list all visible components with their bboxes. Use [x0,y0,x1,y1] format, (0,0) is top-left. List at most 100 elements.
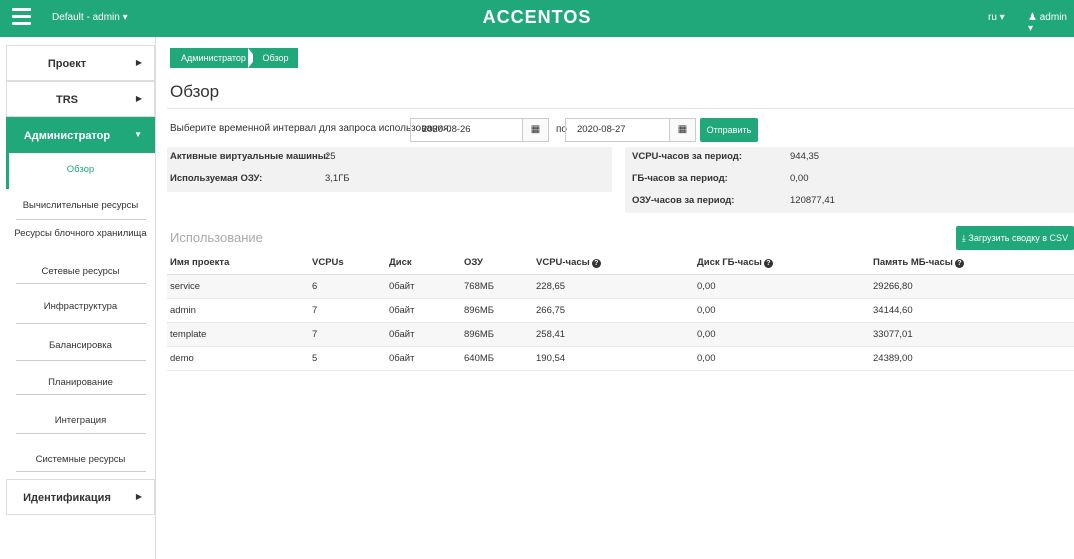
stat-label: Используемая ОЗУ: [170,173,263,184]
cell-project-name: template [170,329,207,340]
sidebar-item-label: Обзор [66,164,95,175]
user-menu[interactable]: ♟ admin ▾ [1028,12,1074,34]
sidebar-item-balancing[interactable]: Балансировка [6,339,155,377]
cell-disk: 0байт [389,353,415,364]
sidebar-section-admin[interactable]: Администратор ▼ [6,117,155,153]
column-header-label: VCPU-часы [536,257,590,268]
stats-summary-left: Активные виртуальные машины: 25 Использу… [167,147,612,192]
sidebar-section-label: Идентификация [23,492,111,504]
sidebar: Проект ▶ TRS ▶ Администратор ▼ Обзор Выч… [6,45,155,515]
cell-ram: 768МБ [464,281,494,292]
column-header[interactable]: Диск [389,257,412,268]
divider [16,283,146,284]
column-header[interactable]: VCPU-часы? [536,257,601,268]
sidebar-section-trs[interactable]: TRS ▶ [6,81,155,117]
calendar-icon[interactable]: ▦ [523,118,549,142]
table-row: demo 5 0байт 640МБ 190,54 0,00 24389,00 [167,347,1074,371]
caret-down-icon: ▼ [134,130,142,139]
cell-vcpus: 7 [312,329,318,340]
page-title: Обзор [170,82,220,101]
top-navbar: Default - admin ▾ ACCENTOS ru ▾ ♟ admin … [0,0,1074,37]
sidebar-section-label: Администратор [23,130,111,142]
divider [16,323,146,324]
stat-value: 944,35 [790,151,820,162]
project-selector[interactable]: Default - admin ▾ [52,12,128,23]
user-icon: ♟ [1028,12,1040,23]
cell-memory-mb-hours: 34144,60 [873,305,913,316]
column-header[interactable]: ОЗУ [464,257,483,268]
stat-label: Активные виртуальные машины: [170,151,330,162]
stat-label: VCPU-часов за период: [632,151,742,162]
divider [16,219,146,220]
cell-memory-mb-hours: 33077,01 [873,329,913,340]
sidebar-item-system[interactable]: Системные ресурсы [6,453,155,479]
column-header[interactable]: VCPUs [312,257,344,268]
hamburger-icon[interactable] [12,8,31,26]
calendar-icon[interactable]: ▦ [670,118,696,142]
end-date-input[interactable]: 2020-08-27 [565,118,670,142]
usage-heading: Использование [170,230,263,245]
start-date-input[interactable]: 2020-08-26 [410,118,523,142]
logo: ACCENTOS [482,7,592,27]
sidebar-item-label: Интеграция [54,415,107,426]
column-header-label: Диск ГБ-часы [697,257,762,268]
sidebar-item-integration[interactable]: Интеграция [6,415,155,453]
sidebar-section-label: Проект [47,58,87,70]
column-header[interactable]: Имя проекта [170,257,229,268]
divider [16,433,146,434]
sidebar-section-project[interactable]: Проект ▶ [6,45,155,81]
sidebar-item-block-storage[interactable]: Ресурсы блочного хранилища [6,225,155,263]
cell-disk-gb-hours: 0,00 [697,329,716,340]
sidebar-item-overview[interactable]: Обзор [6,153,155,189]
sidebar-item-compute[interactable]: Вычислительные ресурсы [6,189,155,225]
table-row: service 6 0байт 768МБ 228,65 0,00 29266,… [167,275,1074,299]
cell-vcpu-hours: 258,41 [536,329,566,340]
caret-right-icon: ▶ [135,492,142,501]
divider [16,360,146,361]
download-csv-label: Загрузить сводку в CSV [968,233,1069,243]
cell-project-name: demo [170,353,194,364]
sidebar-item-scheduling[interactable]: Планирование [6,377,155,415]
table-row: admin 7 0байт 896МБ 266,75 0,00 34144,60 [167,299,1074,323]
breadcrumb-current: Обзор [253,48,298,68]
sidebar-divider [155,37,156,559]
sidebar-item-label: Вычислительные ресурсы [22,200,139,211]
stat-value: 3,1ГБ [325,173,350,184]
table-row: template 7 0байт 896МБ 258,41 0,00 33077… [167,323,1074,347]
sidebar-section-identity[interactable]: Идентификация ▶ [6,479,155,515]
table-header: Имя проекта VCPUs Диск ОЗУ VCPU-часы? Ди… [167,251,1074,275]
cell-ram: 896МБ [464,329,494,340]
stat-value: 25 [325,151,336,162]
column-header[interactable]: Диск ГБ-часы? [697,257,773,268]
sidebar-item-label: Балансировка [49,340,112,351]
sidebar-item-label: Системные ресурсы [35,454,126,465]
stat-label: ОЗУ-часов за период: [632,195,735,206]
submit-button[interactable]: Отправить [700,118,758,142]
sidebar-item-label: Ресурсы блочного хранилища [14,228,147,239]
sidebar-item-network[interactable]: Сетевые ресурсы [6,263,155,301]
cell-project-name: service [170,281,201,292]
question-circle-icon[interactable]: ? [763,259,773,268]
stat-value: 120877,41 [790,195,835,206]
cell-vcpus: 5 [312,353,318,364]
column-header-label: Память МБ-часы [873,257,953,268]
language-selector[interactable]: ru ▾ [988,12,1005,23]
cell-disk: 0байт [389,305,415,316]
column-header[interactable]: Память МБ-часы? [873,257,964,268]
cell-memory-mb-hours: 24389,00 [873,353,913,364]
cell-memory-mb-hours: 29266,80 [873,281,913,292]
divider [167,108,1074,109]
question-circle-icon[interactable]: ? [591,259,601,268]
divider [16,471,146,472]
question-circle-icon[interactable]: ? [954,259,964,268]
stats-summary-right: VCPU-часов за период: 944,35 ГБ-часов за… [625,147,1074,213]
sidebar-item-label: Планирование [48,377,113,388]
cell-disk-gb-hours: 0,00 [697,305,716,316]
sidebar-item-infrastructure[interactable]: Инфраструктура [6,301,155,339]
divider [16,394,146,395]
download-csv-button[interactable]: ⤓ Загрузить сводку в CSV [956,226,1074,250]
cell-disk: 0байт [389,329,415,340]
sidebar-section-label: TRS [56,94,78,106]
cell-ram: 896МБ [464,305,494,316]
cell-disk-gb-hours: 0,00 [697,281,716,292]
